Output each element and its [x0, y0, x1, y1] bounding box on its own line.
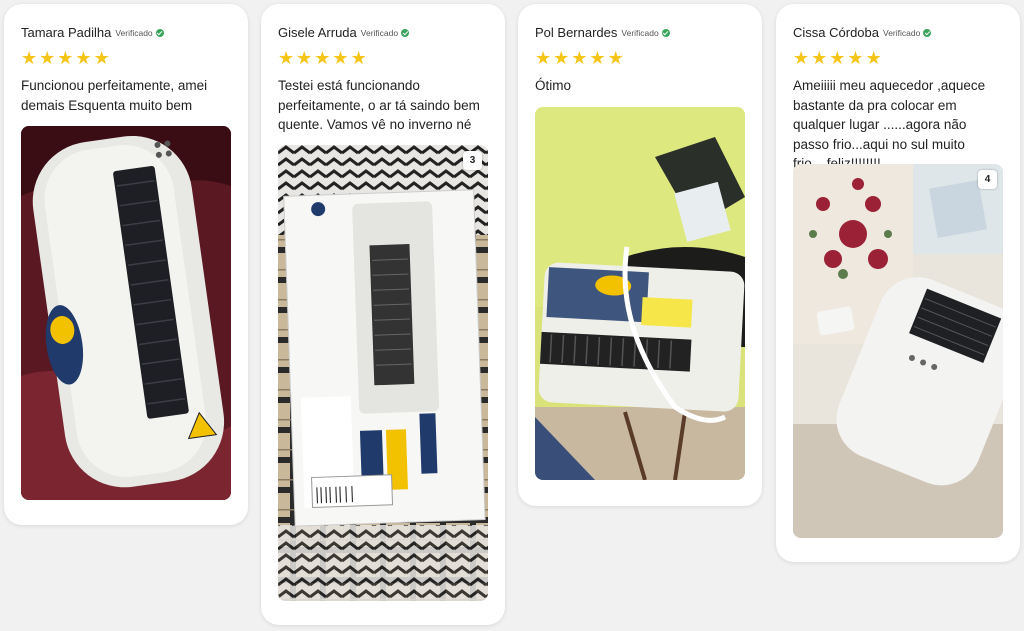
verified-check-icon [661, 29, 670, 37]
review-card: Gisele Arruda Verificado ★ ★ ★ ★ ★ Teste… [261, 4, 505, 625]
star-icon: ★ [607, 48, 624, 68]
star-icon: ★ [314, 48, 331, 68]
review-card: Cissa Córdoba Verificado ★ ★ ★ ★ ★ Ameii… [776, 4, 1020, 562]
review-text: Testei está funcionando perfeitamente, o… [278, 78, 480, 132]
star-icon: ★ [553, 48, 570, 68]
star-icon: ★ [847, 48, 864, 68]
reviewer-name: Tamara Padilha [21, 24, 112, 40]
star-rating: ★ ★ ★ ★ ★ [535, 49, 745, 67]
review-text: Ótimo [535, 78, 572, 93]
star-icon: ★ [93, 48, 110, 68]
star-icon: ★ [57, 48, 74, 68]
review-photo[interactable] [21, 126, 231, 500]
star-icon: ★ [332, 48, 349, 68]
star-rating: ★ ★ ★ ★ ★ [793, 49, 1003, 67]
star-icon: ★ [75, 48, 92, 68]
verified-check-icon [155, 29, 164, 37]
review-header: Cissa Córdoba Verificado [793, 23, 1003, 41]
review-photo[interactable]: 3 [278, 145, 488, 601]
star-icon: ★ [829, 48, 846, 68]
review-photo[interactable] [535, 107, 745, 480]
review-card: Pol Bernardes Verificado ★ ★ ★ ★ ★ Ótimo [518, 4, 762, 506]
verified-check-icon [923, 29, 932, 37]
heater-photo-icon [21, 126, 231, 500]
star-icon: ★ [811, 48, 828, 68]
review-header: Gisele Arruda Verificado [278, 23, 488, 41]
heater-box-photo-icon [278, 145, 488, 601]
review-header: Pol Bernardes Verificado [535, 23, 745, 41]
star-icon: ★ [350, 48, 367, 68]
review-photo[interactable]: 4 [793, 164, 1003, 538]
verified-label: Verificado [115, 28, 153, 38]
star-icon: ★ [793, 48, 810, 68]
verified-label: Verificado [360, 28, 399, 38]
reviewer-name: Gisele Arruda [278, 24, 357, 40]
star-icon: ★ [535, 48, 552, 68]
star-icon: ★ [589, 48, 606, 68]
star-icon: ★ [865, 48, 882, 68]
photo-count-badge: 3 [463, 151, 482, 170]
heater-photo-icon [793, 164, 1003, 538]
verified-label: Verificado [621, 28, 659, 38]
review-text: Ameiiiii meu aquecedor ,aquece bastante … [793, 78, 986, 171]
verified-label: Verificado [883, 28, 921, 38]
reviewer-name: Cissa Córdoba [793, 24, 879, 40]
heater-photo-icon [535, 107, 745, 480]
star-icon: ★ [296, 48, 313, 68]
star-rating: ★ ★ ★ ★ ★ [278, 49, 488, 67]
star-icon: ★ [278, 48, 295, 68]
star-icon: ★ [39, 48, 56, 68]
verified-check-icon [401, 29, 410, 37]
review-header: Tamara Padilha Verificado [21, 23, 231, 41]
review-text: Funcionou perfeitamente, amei demais Esq… [21, 78, 208, 113]
star-icon: ★ [21, 48, 38, 68]
star-icon: ★ [571, 48, 588, 68]
photo-count-badge: 4 [978, 170, 997, 189]
review-card: Tamara Padilha Verificado ★ ★ ★ ★ ★ Func… [4, 4, 248, 525]
reviewer-name: Pol Bernardes [535, 24, 618, 40]
star-rating: ★ ★ ★ ★ ★ [21, 49, 231, 67]
